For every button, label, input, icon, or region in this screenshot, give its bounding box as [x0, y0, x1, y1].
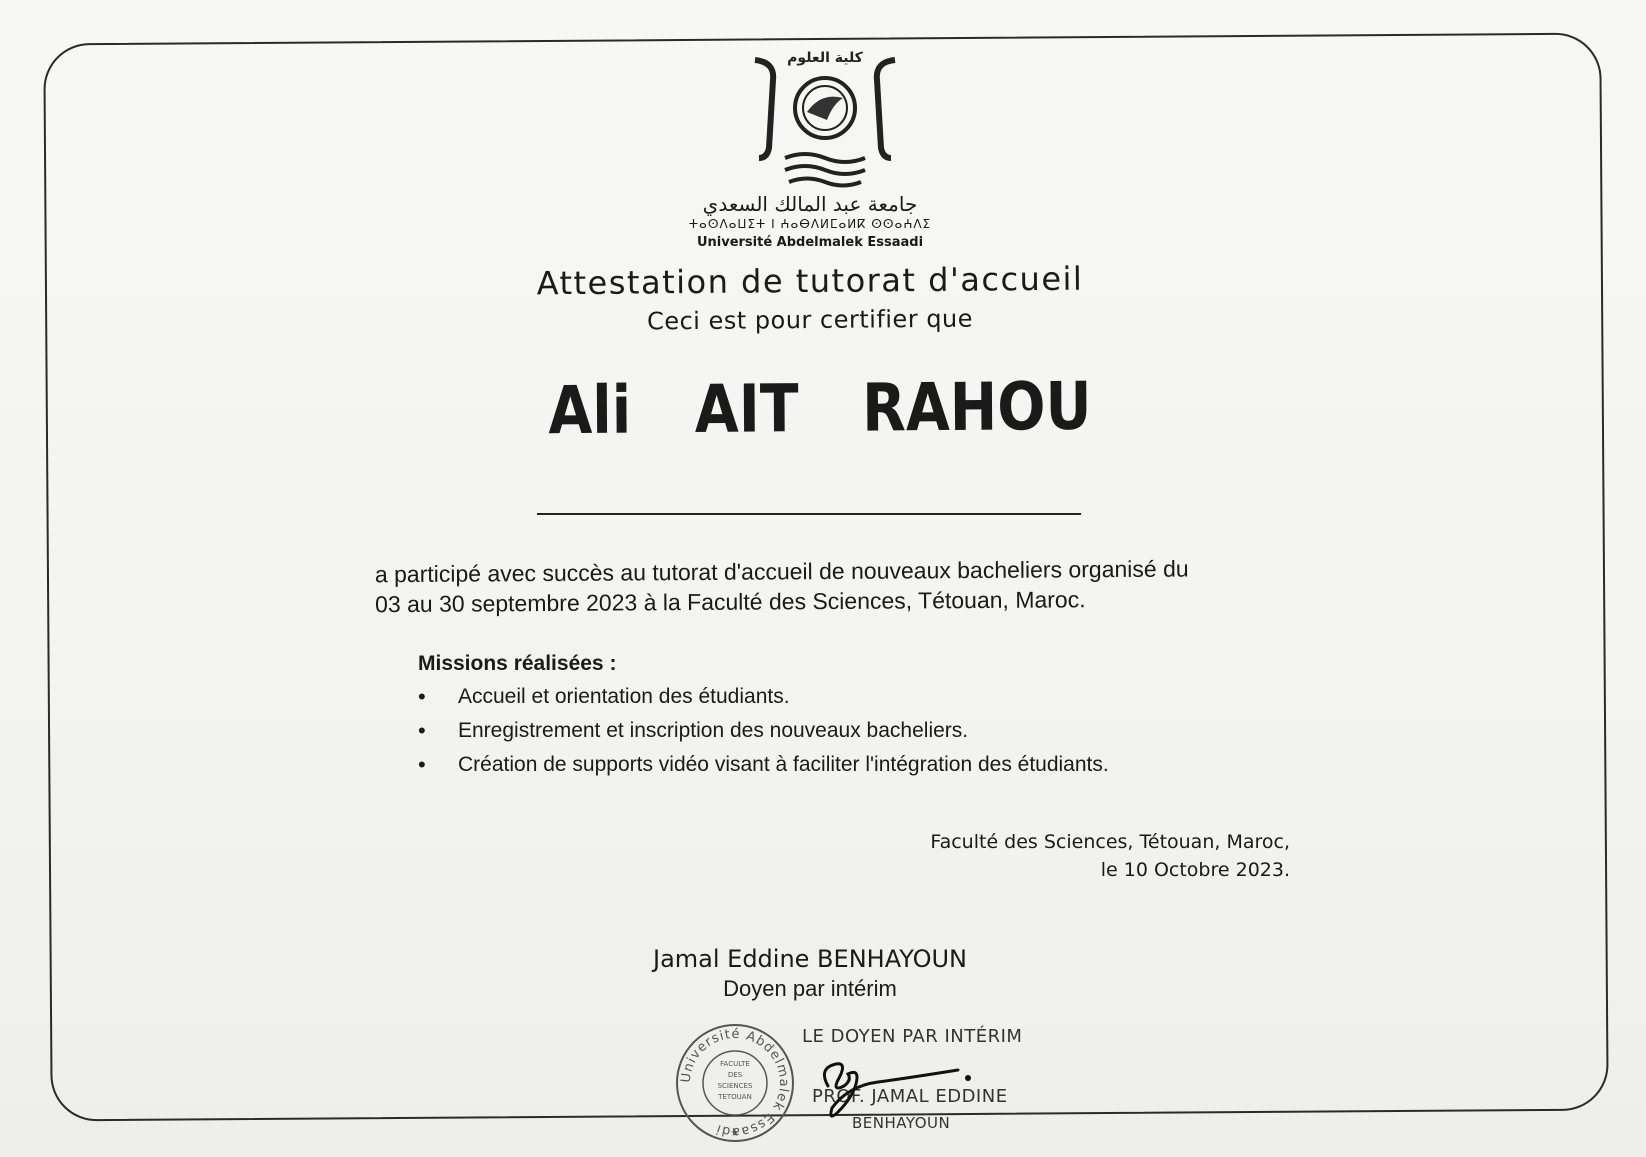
university-name-arabic: جامعة عبد المالك السعدي: [702, 192, 918, 216]
certificate-subtitle: Ceci est pour certifier que: [646, 304, 974, 336]
university-name-tifinagh: ⵜⴰⵙⴷⴰⵡⵉⵜ ⵏ ⵄⴰⴱⴷⵍⵎⴰⵍⴽ ⵙⵙⴰⵄⴷⵉ: [688, 217, 932, 231]
recipient-name: Ali AIT RAHOU: [548, 367, 1092, 450]
mission-item: • Enregistrement et inscription des nouve…: [418, 718, 1109, 752]
star-icon: ★: [731, 1128, 740, 1139]
paragraph-line-1: a participé avec succès au tutorat d'acc…: [374, 555, 1189, 588]
missions-list: • Accueil et orientation des étudiants. •…: [418, 684, 1109, 786]
paragraph-line-2: 03 au 30 septembre 2023 à la Faculté des…: [375, 586, 1086, 618]
mission-item: • Accueil et orientation des étudiants.: [418, 684, 1109, 718]
place-line: Faculté des Sciences, Tétouan, Maroc,: [930, 831, 1290, 853]
handwritten-signature: [822, 1062, 971, 1118]
stamp-inner-line-2: DES: [728, 1071, 743, 1079]
dean-stamp-header: LE DOYEN PAR INTÉRIM: [802, 1026, 1023, 1047]
university-logo: كلية العلوم: [754, 50, 896, 188]
mission-text: Enregistrement et inscription des nouvea…: [458, 719, 969, 742]
name-underline: [537, 513, 1081, 515]
stamp-inner-line-1: FACULTE: [720, 1060, 750, 1068]
stamp-inner-line-4: TETOUAN: [717, 1093, 752, 1101]
bullet-icon: •: [418, 752, 426, 777]
missions-title: Missions réalisées :: [418, 652, 617, 675]
university-name-french: Université Abdelmalek Essaadi: [696, 235, 924, 250]
bullet-icon: •: [418, 684, 426, 709]
date-line: le 10 Octobre 2023.: [1100, 859, 1290, 881]
certificate-paragraph: a participé avec succès au tutorat d'acc…: [375, 553, 1295, 619]
certificate-sheet: كلية العلوم جامعة عبد المالك السعدي ⵜⴰⵙⴷ…: [0, 0, 1646, 1157]
faculty-round-stamp: Université Abdelmalek Essaadi FACULTE DE…: [676, 1024, 794, 1142]
stamp-inner-line-3: SCIENCES: [718, 1082, 753, 1090]
mission-item: • Création de supports vidéo visant à fac…: [418, 752, 1109, 786]
signer-role: Doyen par intérim: [723, 976, 897, 1001]
place-and-date: Faculté des Sciences, Tétouan, Maroc, le…: [760, 828, 1290, 884]
signer-name: Jamal Eddine BENHAYOUN: [652, 945, 967, 973]
bullet-icon: •: [418, 718, 426, 743]
certificate-title: Attestation de tutorat d'accueil: [536, 259, 1084, 303]
mission-text: Création de supports vidéo visant à faci…: [458, 753, 1109, 776]
mission-text: Accueil et orientation des étudiants.: [458, 685, 790, 708]
faculty-arabic-label: كلية العلوم: [787, 50, 864, 66]
